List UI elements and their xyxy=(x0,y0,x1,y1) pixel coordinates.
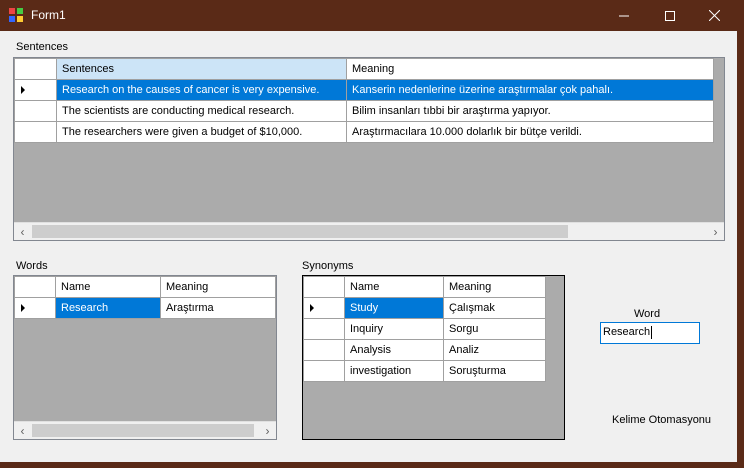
current-row-arrow-icon xyxy=(21,86,25,94)
words-grid[interactable]: Name Meaning Research Araştırma ‹ › xyxy=(13,275,277,440)
scroll-thumb[interactable] xyxy=(32,225,568,238)
synonyms-column-header-name[interactable]: Name xyxy=(344,276,444,298)
sentences-column-header-meaning[interactable]: Meaning xyxy=(346,58,714,80)
synonyms-grid[interactable]: Name Meaning Study Çalışmak Inquiry Sorg… xyxy=(302,275,565,440)
scroll-left-icon[interactable]: ‹ xyxy=(14,223,31,240)
synonyms-corner-header[interactable] xyxy=(303,276,345,298)
row-header[interactable] xyxy=(14,297,56,319)
sentences-row[interactable]: The researchers were given a budget of $… xyxy=(14,121,714,143)
synonym-name-cell[interactable]: Analysis xyxy=(344,339,444,361)
word-meaning-cell[interactable]: Araştırma xyxy=(160,297,276,319)
row-header[interactable] xyxy=(303,297,345,319)
maximize-button[interactable] xyxy=(647,0,693,31)
words-column-header-name[interactable]: Name xyxy=(55,276,161,298)
window-frame-right xyxy=(737,31,744,468)
scroll-thumb[interactable] xyxy=(32,424,254,437)
window-frame-bottom xyxy=(0,462,744,468)
sentences-corner-header[interactable] xyxy=(14,58,57,80)
meaning-cell[interactable]: Araştırmacılara 10.000 dolarlık bir bütç… xyxy=(346,121,714,143)
maximize-icon xyxy=(665,10,675,21)
synonyms-column-header-meaning[interactable]: Meaning xyxy=(443,276,546,298)
synonym-name-cell[interactable]: Inquiry xyxy=(344,318,444,340)
synonyms-label: Synonyms xyxy=(302,260,354,272)
current-row-arrow-icon xyxy=(310,304,314,312)
sentences-grid[interactable]: Sentences Meaning Research on the causes… xyxy=(13,57,725,241)
word-input[interactable]: Research xyxy=(600,322,700,344)
sentences-row[interactable]: The scientists are conducting medical re… xyxy=(14,100,714,122)
words-corner-header[interactable] xyxy=(14,276,56,298)
words-horizontal-scrollbar[interactable]: ‹ › xyxy=(14,421,276,439)
app-name-label: Kelime Otomasyonu xyxy=(612,414,712,426)
word-label: Word xyxy=(634,308,661,320)
synonym-meaning-cell[interactable]: Çalışmak xyxy=(443,297,546,319)
synonym-meaning-cell[interactable]: Soruşturma xyxy=(443,360,546,382)
word-input-value: Research xyxy=(603,326,651,338)
synonym-meaning-cell[interactable]: Sorgu xyxy=(443,318,546,340)
text-caret xyxy=(651,326,653,339)
word-name-cell[interactable]: Research xyxy=(55,297,161,319)
meaning-cell[interactable]: Bilim insanları tıbbi bir araştırma yapı… xyxy=(346,100,714,122)
row-header[interactable] xyxy=(303,339,345,361)
title-bar: Form1 xyxy=(0,0,744,31)
meaning-cell[interactable]: Kanserin nedenlerine üzerine araştırmala… xyxy=(346,79,714,101)
sentences-column-header-sentence[interactable]: Sentences xyxy=(56,58,347,80)
words-column-header-meaning[interactable]: Meaning xyxy=(160,276,276,298)
row-header[interactable] xyxy=(14,121,57,143)
current-row-arrow-icon xyxy=(21,304,25,312)
sentences-label: Sentences xyxy=(16,41,68,53)
scroll-left-icon[interactable]: ‹ xyxy=(14,422,31,439)
words-label: Words xyxy=(16,260,48,272)
sentences-horizontal-scrollbar[interactable]: ‹ › xyxy=(14,222,724,240)
minimize-icon xyxy=(619,15,629,16)
words-row[interactable]: Research Araştırma xyxy=(14,297,276,319)
sentence-cell[interactable]: The researchers were given a budget of $… xyxy=(56,121,347,143)
window-title: Form1 xyxy=(31,8,66,22)
scroll-right-icon[interactable]: › xyxy=(259,422,276,439)
row-header[interactable] xyxy=(14,100,57,122)
close-button[interactable] xyxy=(691,0,737,31)
sentence-cell[interactable]: Research on the causes of cancer is very… xyxy=(56,79,347,101)
synonyms-row[interactable]: Study Çalışmak xyxy=(303,297,546,319)
synonyms-row[interactable]: investigation Soruşturma xyxy=(303,360,546,382)
row-header[interactable] xyxy=(303,360,345,382)
synonym-name-cell[interactable]: Study xyxy=(344,297,444,319)
row-header[interactable] xyxy=(14,79,57,101)
synonym-name-cell[interactable]: investigation xyxy=(344,360,444,382)
row-header[interactable] xyxy=(303,318,345,340)
scroll-right-icon[interactable]: › xyxy=(707,223,724,240)
sentence-cell[interactable]: The scientists are conducting medical re… xyxy=(56,100,347,122)
synonyms-row[interactable]: Inquiry Sorgu xyxy=(303,318,546,340)
synonyms-row[interactable]: Analysis Analiz xyxy=(303,339,546,361)
close-icon xyxy=(708,10,720,21)
synonym-meaning-cell[interactable]: Analiz xyxy=(443,339,546,361)
sentences-row[interactable]: Research on the causes of cancer is very… xyxy=(14,79,714,101)
app-icon xyxy=(9,8,24,23)
minimize-button[interactable] xyxy=(601,0,647,31)
